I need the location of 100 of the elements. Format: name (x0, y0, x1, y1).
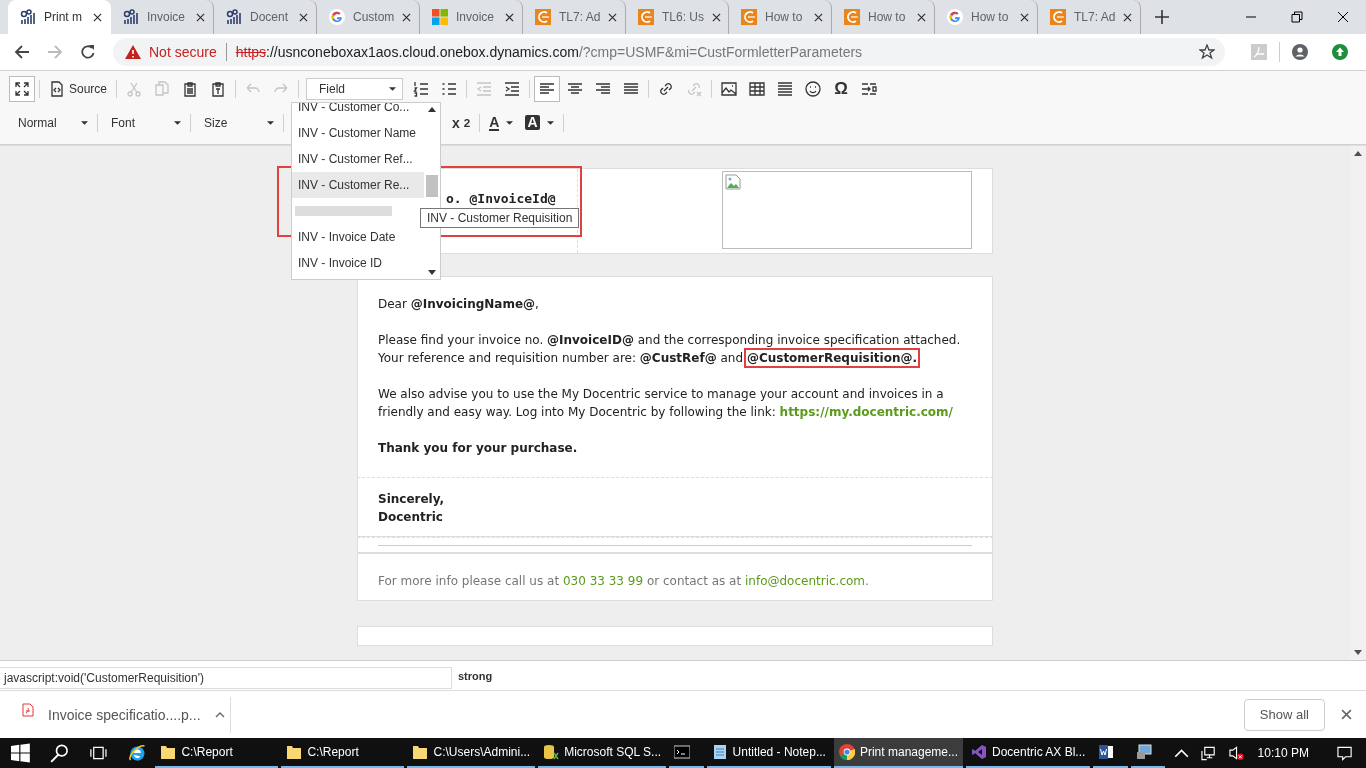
caret-icon (506, 120, 514, 125)
taskbar-button[interactable]: C:\Report (281, 738, 405, 768)
field-list-item[interactable]: INV - Customer Co... (292, 102, 424, 120)
new-tab-icon[interactable] (1155, 10, 1169, 24)
chrome-icon (838, 744, 855, 760)
taskbar-button[interactable]: C:\Users\Admini... (407, 738, 536, 768)
browser-tab[interactable]: Print m (8, 0, 111, 34)
close-icon[interactable] (917, 12, 926, 22)
notifications-icon[interactable] (1337, 745, 1353, 761)
field-list-item[interactable]: INV - Customer Ref... (292, 145, 424, 172)
element-path: strong (458, 669, 493, 682)
caret-icon (267, 120, 274, 125)
google-g-icon (329, 9, 345, 25)
reload-icon[interactable] (80, 43, 96, 60)
chart-icon (123, 9, 139, 25)
align-left-button[interactable] (534, 75, 561, 102)
special-character-button[interactable]: Ω (828, 75, 855, 102)
signature-line: Docentric (378, 508, 444, 526)
close-icon[interactable] (402, 12, 412, 22)
google-g-icon (947, 9, 963, 25)
broken-image-icon (725, 173, 741, 190)
table-icon (749, 80, 766, 97)
network-icon[interactable] (1201, 745, 1217, 761)
background-color-button[interactable]: A (520, 109, 559, 136)
horizontal-lines-icon (777, 80, 794, 97)
close-icon[interactable] (93, 12, 102, 22)
remote-computer-icon (1135, 744, 1152, 760)
restore-icon[interactable] (1291, 11, 1303, 23)
taskbar-button[interactable]: Docentric AX Bl... (966, 738, 1091, 768)
contact-link[interactable]: 030 33 33 99 (562, 573, 644, 588)
chart-icon (20, 9, 36, 25)
close-icon[interactable] (505, 12, 514, 22)
chart-icon (226, 9, 242, 25)
source-button[interactable]: Source (44, 75, 113, 102)
taskbar-button[interactable]: Untitled - Notep... (706, 738, 831, 768)
volume-muted-icon[interactable] (1228, 745, 1244, 761)
field-list-item[interactable]: INV - Customer Name (292, 119, 424, 146)
back-icon[interactable] (14, 43, 30, 60)
indent-icon (504, 80, 521, 97)
invoice-id-heading: o. @InvoiceId@ (446, 190, 556, 206)
letter-paragraph: Dear @InvoicingName@, (378, 295, 540, 313)
link-preview: javascript:void('CustomerRequisition') (0, 667, 452, 690)
numbered-list-icon (413, 80, 430, 97)
maximize-button[interactable] (9, 75, 35, 102)
field-list-item[interactable]: INV - Customer Re... (292, 171, 424, 198)
clock[interactable]: 10:10 PM (1257, 746, 1309, 760)
document-code-icon (49, 80, 65, 97)
highlight-frame: @CustomerRequisition@. (746, 350, 917, 365)
align-center-icon (567, 80, 584, 97)
warning-icon (125, 44, 141, 59)
profile-icon[interactable] (1292, 43, 1308, 60)
close-icon[interactable] (608, 12, 618, 22)
site-logo-icon (844, 9, 860, 25)
close-icon[interactable] (814, 12, 823, 22)
close-icon[interactable] (299, 12, 308, 22)
format-dropdown[interactable]: Size (194, 111, 280, 134)
taskbar-button[interactable]: C:\Report (155, 738, 279, 768)
close-icon[interactable] (1020, 12, 1029, 22)
field-list-item[interactable]: INV - Invoice ID (292, 249, 424, 276)
search-icon[interactable] (49, 743, 69, 763)
scroll-down-icon[interactable] (1354, 650, 1362, 656)
internet-explorer-icon[interactable] (127, 743, 147, 763)
word-icon (1098, 744, 1115, 760)
unlink-icon (686, 80, 703, 97)
show-all-button[interactable]: Show all (1243, 698, 1325, 731)
format-dropdown[interactable]: Font (101, 111, 187, 134)
contact-link[interactable]: info@docentric.com (745, 573, 866, 588)
download-item[interactable]: Invoice specificatio....p... (22, 696, 231, 733)
close-icon[interactable] (196, 12, 205, 22)
text-color-button[interactable]: A (484, 109, 519, 136)
pdf-file-icon (22, 702, 34, 717)
close-icon[interactable] (1337, 11, 1349, 23)
windows-logo-icon (432, 9, 448, 25)
windows-start-icon[interactable] (11, 743, 30, 763)
signature-line: Sincerely, (378, 490, 446, 508)
scissors-icon (126, 80, 143, 97)
format-dropdown[interactable]: Normal (8, 111, 94, 134)
caret-icon (81, 120, 88, 125)
align-left-icon (539, 80, 556, 97)
taskbar-button[interactable]: Microsoft SQL S... (538, 738, 667, 768)
scroll-up-icon[interactable] (428, 106, 436, 112)
clipboard-text-icon (210, 80, 227, 97)
justify-icon (623, 80, 640, 97)
caret-up-icon[interactable] (214, 711, 225, 718)
site-logo-icon (535, 9, 551, 25)
field-dropdown[interactable]: Field (306, 77, 404, 100)
scroll-up-icon[interactable] (1354, 150, 1362, 156)
tooltip: INV - Customer Requisition (420, 207, 580, 228)
bookmark-star-icon[interactable] (1199, 43, 1215, 60)
command-prompt-icon (674, 744, 691, 760)
close-icon[interactable] (1123, 12, 1133, 22)
copy-icon (154, 80, 171, 97)
caret-icon (546, 120, 554, 125)
close-icon[interactable] (712, 12, 721, 22)
taskbar-button[interactable]: Print manageme... (833, 738, 963, 768)
scrollbar-thumb[interactable] (426, 174, 438, 197)
update-icon[interactable] (1332, 43, 1348, 60)
site-logo-icon (741, 9, 757, 25)
outdent-icon (476, 80, 493, 97)
address-field[interactable]: Not secure https://usnconeboxax1aos.cloud.onebox.dynamics.com/?cmp=USMF&mi=CustFormletterParameters (113, 37, 1225, 66)
